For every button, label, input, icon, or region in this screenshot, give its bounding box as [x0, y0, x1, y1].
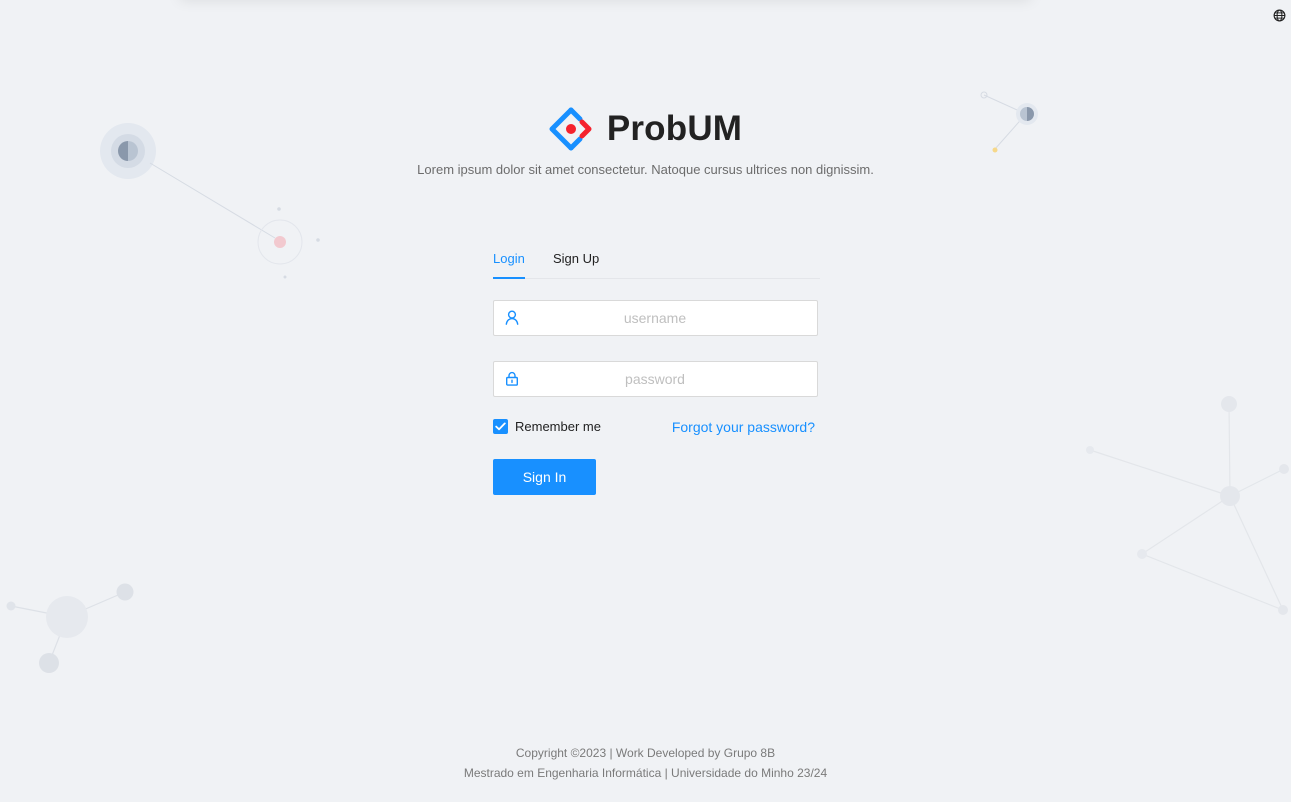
sign-in-button[interactable]: Sign In — [493, 459, 596, 495]
brand: ProbUM — [549, 105, 742, 153]
username-field — [493, 300, 818, 336]
footer-university: Mestrado em Engenharia Informática | Uni… — [463, 766, 828, 780]
app-header: ProbUM — [0, 105, 1291, 156]
active-tab-indicator — [493, 277, 525, 279]
language-switcher[interactable] — [1273, 9, 1286, 22]
user-icon — [505, 310, 519, 325]
lock-icon — [506, 371, 519, 386]
forgot-password-link[interactable]: Forgot your password? — [672, 419, 815, 435]
globe-icon — [1273, 9, 1286, 22]
tab-bar: Login Sign Up — [493, 243, 820, 279]
password-field — [493, 361, 818, 397]
password-input[interactable] — [530, 362, 780, 396]
remember-me-label: Remember me — [515, 419, 601, 434]
footer-copyright: Copyright ©2023 | Work Developed by Grup… — [515, 746, 776, 760]
app-name: ProbUM — [606, 109, 743, 148]
username-input[interactable] — [530, 301, 780, 335]
remember-me[interactable]: Remember me — [493, 419, 601, 434]
check-icon — [495, 422, 506, 431]
login-form: Login Sign Up Remember me Forgot your pa… — [493, 243, 820, 495]
app-logo-icon — [549, 107, 592, 151]
tab-login[interactable]: Login — [493, 251, 525, 266]
footer: Copyright ©2023 | Work Developed by Grup… — [0, 743, 1291, 783]
remember-me-checkbox[interactable] — [493, 419, 508, 434]
app-description: Lorem ipsum dolor sit amet consectetur. … — [417, 162, 874, 177]
tab-sign-up[interactable]: Sign Up — [553, 251, 599, 266]
